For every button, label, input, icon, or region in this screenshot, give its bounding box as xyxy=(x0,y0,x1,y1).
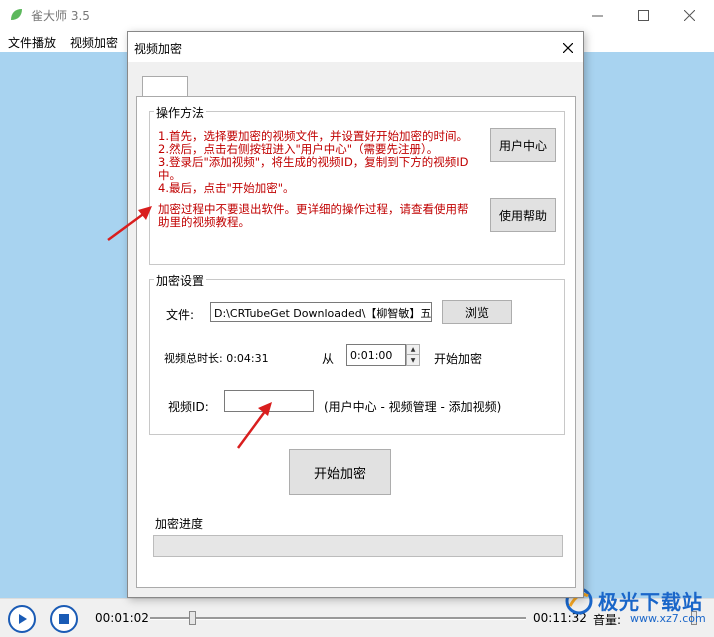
start-encrypt-label: 开始加密 xyxy=(434,352,483,366)
minimize-button[interactable] xyxy=(574,0,620,30)
dialog-titlebar: 视频加密 xyxy=(128,32,583,62)
instruction-line: 4.最后，点击"开始加密"。 xyxy=(158,181,295,195)
menu-video-encrypt[interactable]: 视频加密 xyxy=(70,34,118,51)
play-icon xyxy=(19,614,27,624)
from-label: 从 xyxy=(322,352,335,366)
dialog-tab[interactable] xyxy=(142,76,188,98)
maximize-button[interactable] xyxy=(620,0,666,30)
video-id-label: 视频ID: xyxy=(168,400,209,414)
instruction-note: 加密过程中不要退出软件。更详细的操作过程，请查看使用帮助里的视频教程。 xyxy=(158,202,469,229)
file-label: 文件: xyxy=(166,308,195,322)
menu-file-playback[interactable]: 文件播放 xyxy=(8,34,56,51)
start-time-spinner[interactable]: ▲ ▼ xyxy=(406,344,420,366)
watermark-text: 极光下载站 xyxy=(598,590,703,614)
stop-icon xyxy=(59,614,69,624)
minimize-icon xyxy=(591,15,603,16)
app-title: 雀大师 3.5 xyxy=(31,9,90,23)
tab-panel: 操作方法 1.首先，选择要加密的视频文件，并设置好开始加密的时间。 2.然后，点… xyxy=(136,96,576,588)
start-time-field[interactable]: 0:01:00 xyxy=(346,344,406,366)
encrypt-progress-bar xyxy=(153,535,563,557)
annotation-arrow-icon xyxy=(236,402,272,449)
maximize-icon xyxy=(637,9,649,21)
spin-up-icon[interactable]: ▲ xyxy=(407,345,419,355)
duration-label: 视频总时长: 0:04:31 xyxy=(164,352,269,365)
close-button[interactable] xyxy=(666,0,712,30)
instruction-line: 3.登录后"添加视频"，将生成的视频ID，复制到下方的视频ID中。 xyxy=(158,155,469,182)
dialog-title: 视频加密 xyxy=(134,42,183,56)
video-id-hint: (用户中心 - 视频管理 - 添加视频) xyxy=(324,400,502,414)
stop-button[interactable] xyxy=(50,605,78,633)
leaf-logo-icon xyxy=(11,9,22,20)
main-titlebar: 雀大师 3.5 xyxy=(0,0,714,30)
progress-label: 加密进度 xyxy=(155,517,204,531)
current-time: 00:01:02 xyxy=(95,611,149,625)
annotation-arrow-icon xyxy=(107,206,152,242)
dialog-close-button[interactable] xyxy=(558,38,578,58)
help-button[interactable]: 使用帮助 xyxy=(490,198,556,232)
seek-slider-thumb[interactable] xyxy=(189,611,196,625)
seek-slider[interactable] xyxy=(150,617,526,620)
play-button[interactable] xyxy=(8,605,36,633)
instructions-text: 1.首先，选择要加密的视频文件，并设置好开始加密的时间。 2.然后，点击右侧按钮… xyxy=(158,130,478,229)
spin-down-icon[interactable]: ▼ xyxy=(407,355,419,365)
start-encrypt-button[interactable]: 开始加密 xyxy=(289,449,391,495)
settings-legend: 加密设置 xyxy=(154,272,207,289)
instructions-group: 操作方法 1.首先，选择要加密的视频文件，并设置好开始加密的时间。 2.然后，点… xyxy=(149,104,565,265)
watermark-url: www.xz7.com xyxy=(630,612,706,625)
settings-group: 加密设置 文件: D:\CRTubeGet Downloaded\【柳智敏】五转… xyxy=(149,272,565,435)
browse-button[interactable]: 浏览 xyxy=(442,300,512,324)
user-center-button[interactable]: 用户中心 xyxy=(490,128,556,162)
close-icon xyxy=(683,9,695,21)
file-path-field[interactable]: D:\CRTubeGet Downloaded\【柳智敏】五转 xyxy=(210,302,432,322)
close-icon xyxy=(563,43,573,53)
video-encrypt-dialog: 视频加密 操作方法 1.首先，选择要加密的视频文件，并设置好开始加密的时间。 2… xyxy=(127,31,584,598)
instructions-legend: 操作方法 xyxy=(154,104,207,121)
